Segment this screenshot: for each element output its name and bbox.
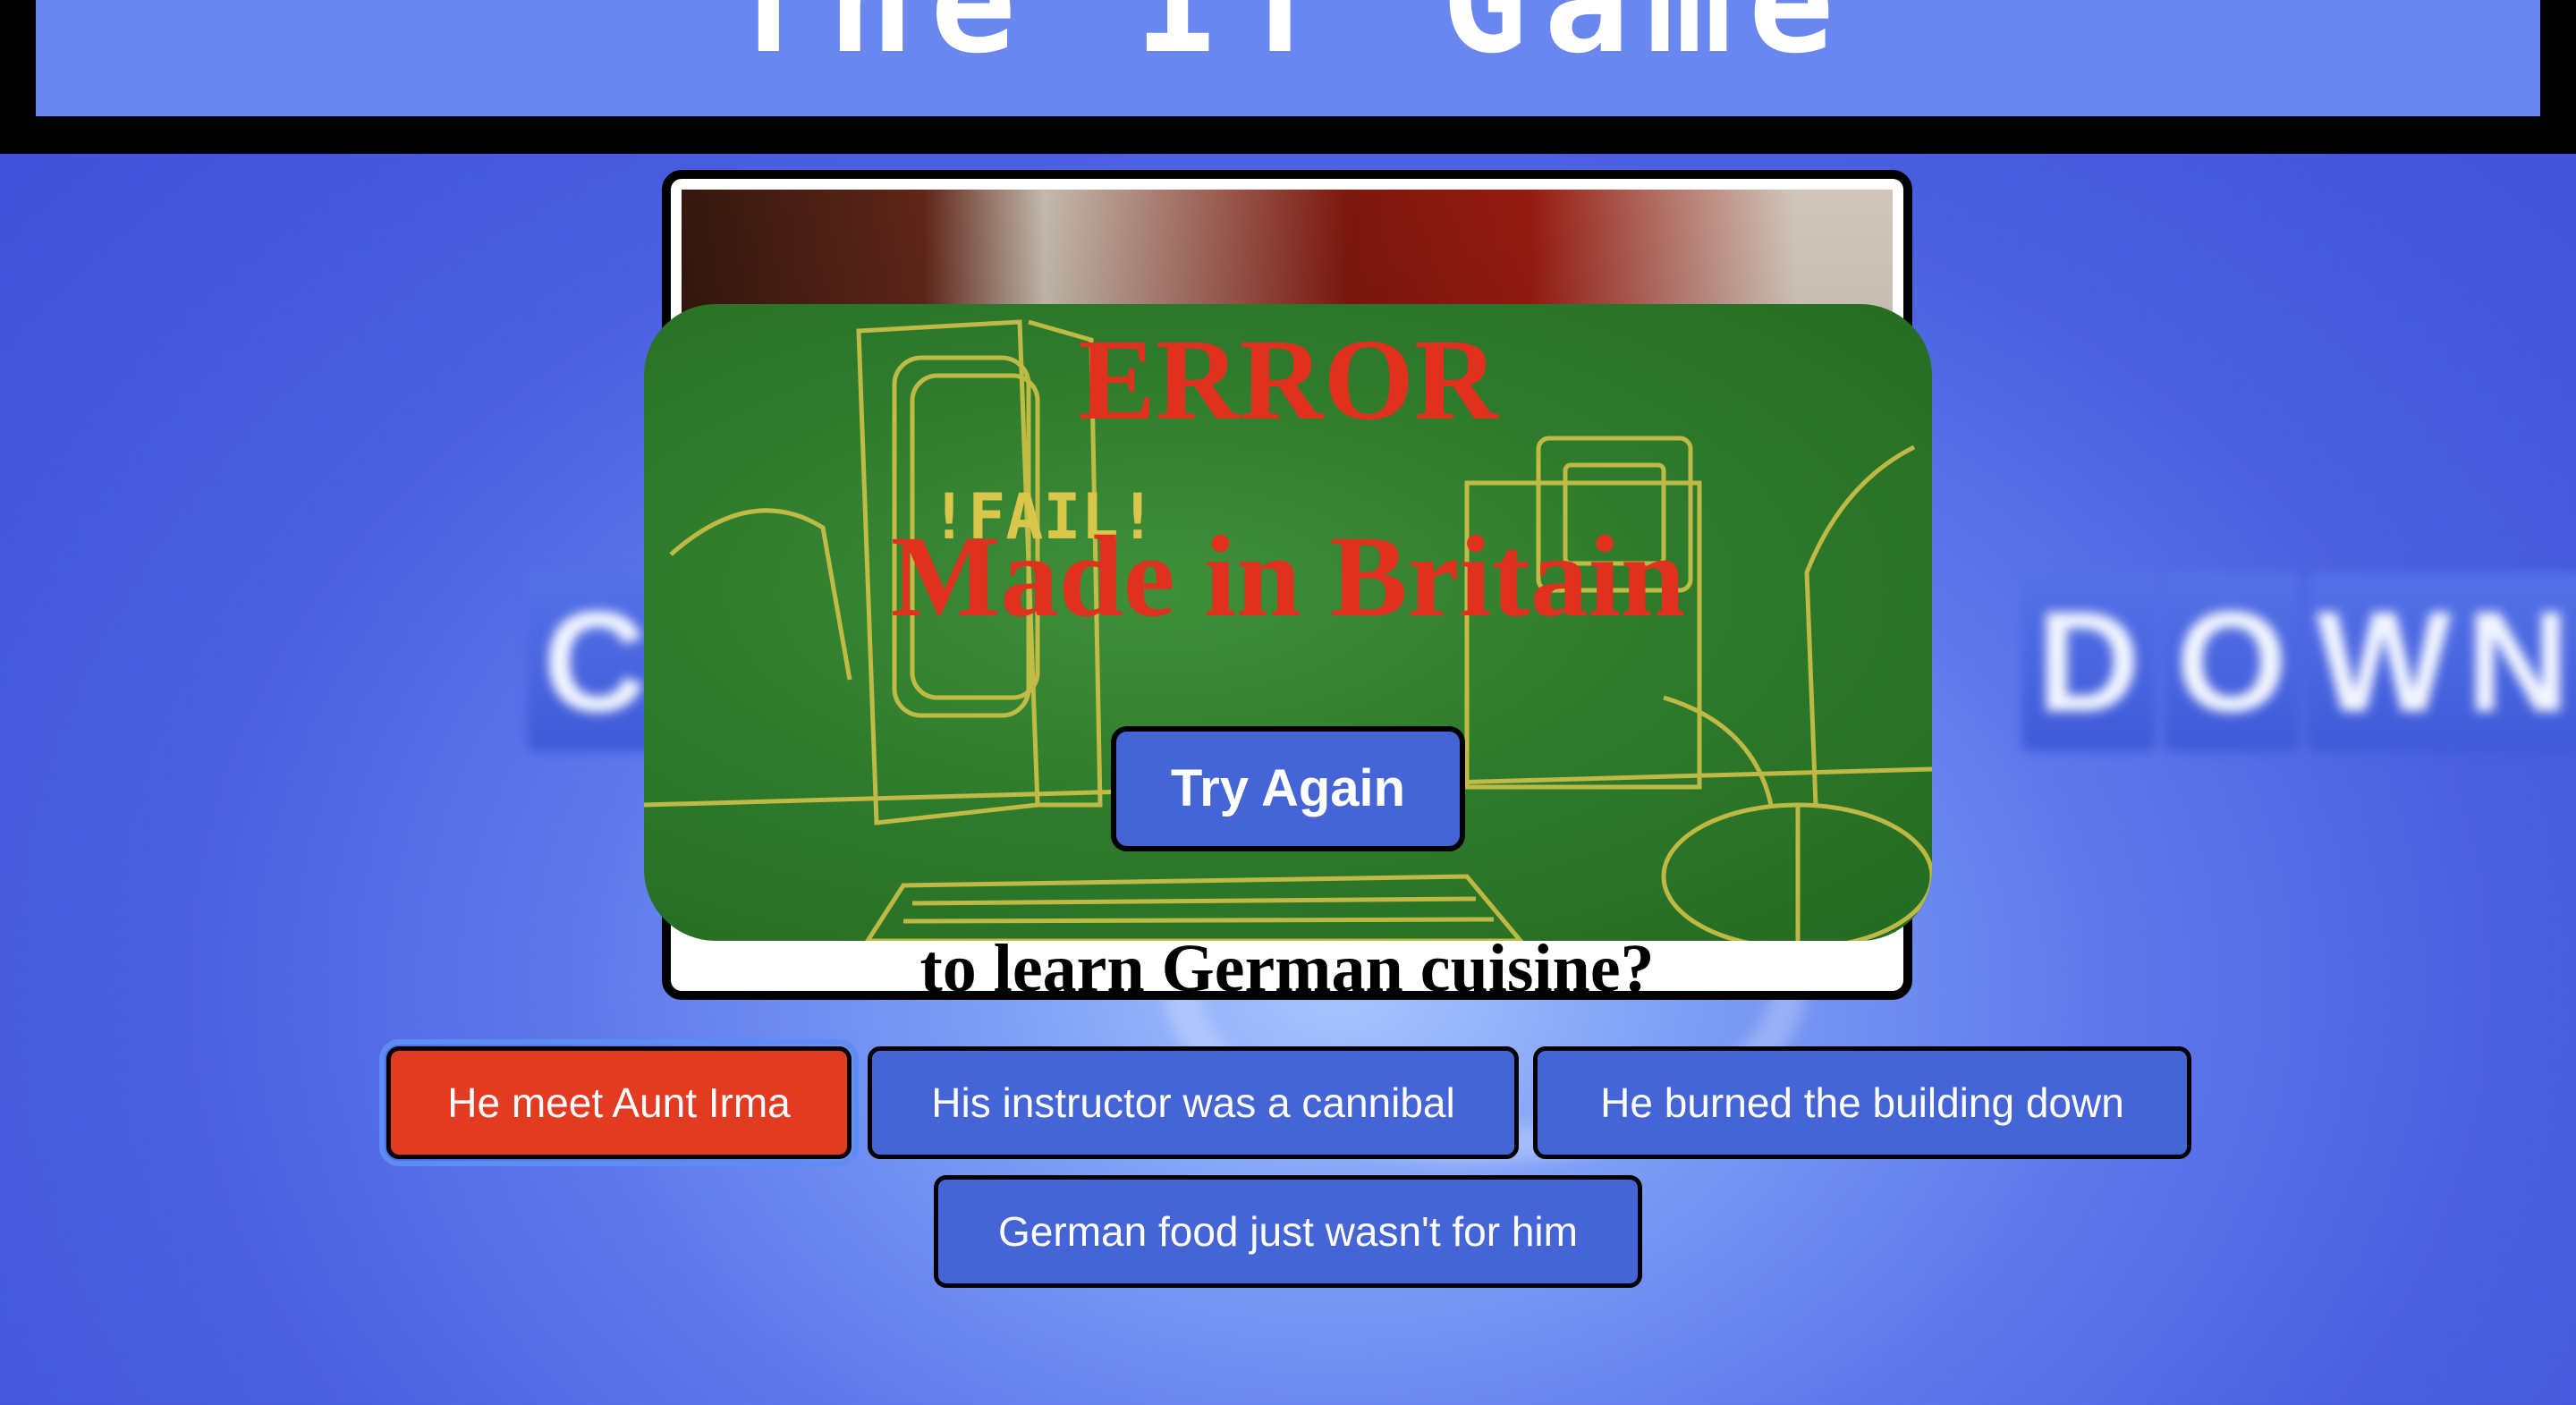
background-tile: D: [2021, 572, 2156, 751]
answer-button-3[interactable]: He burned the building down: [1533, 1046, 2191, 1159]
error-subtitle: Made in Britain: [890, 512, 1686, 641]
background-tile: W: [2308, 572, 2460, 751]
header-banner: The IT Game: [36, 0, 2540, 116]
page-title: The IT Game: [725, 0, 1851, 85]
answer-button-2[interactable]: His instructor was a cannibal: [868, 1046, 1519, 1159]
error-popup: !FAIL! ERROR Made in Britain Try Again: [644, 304, 1932, 941]
background-tile: O: [2165, 572, 2299, 751]
answer-button-1[interactable]: He meet Aunt Irma: [379, 1039, 859, 1166]
error-title: ERROR: [1078, 316, 1498, 444]
background-tile: C: [528, 572, 662, 751]
header-bar: The IT Game: [0, 0, 2576, 154]
answer-button-4[interactable]: German food just wasn't for him: [934, 1175, 1642, 1288]
try-again-button[interactable]: Try Again: [1111, 726, 1465, 851]
background-tile: N: [2451, 572, 2576, 751]
